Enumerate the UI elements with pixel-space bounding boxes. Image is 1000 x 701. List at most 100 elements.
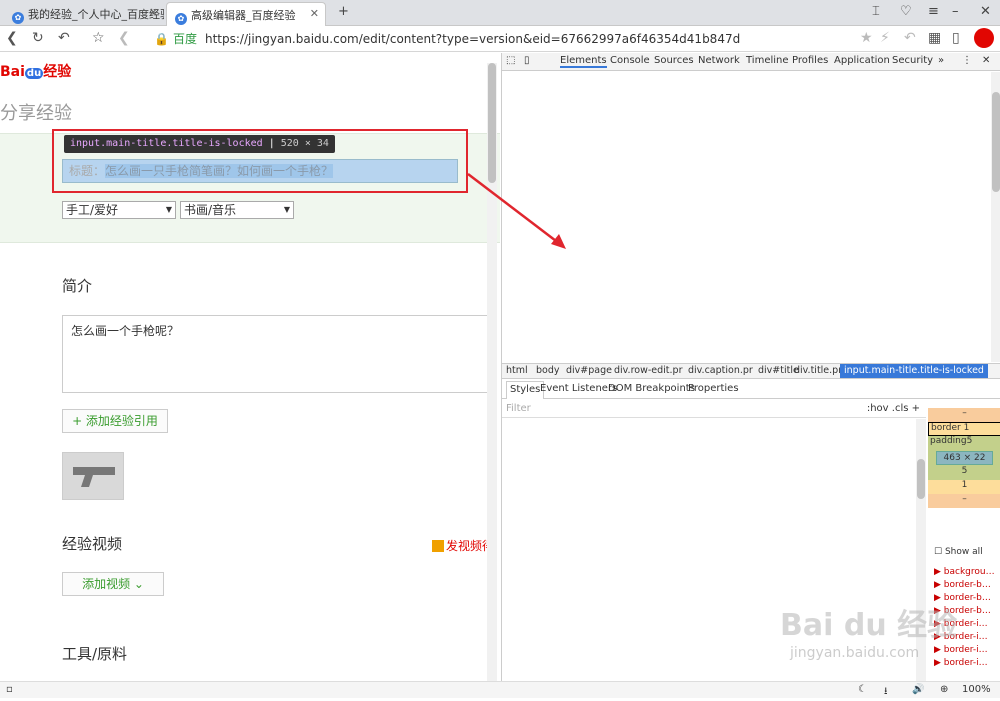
pistol-icon: [73, 467, 115, 487]
apps-icon[interactable]: ▦: [928, 30, 941, 46]
close-window-icon[interactable]: ✕: [980, 4, 991, 19]
extensions-icon[interactable]: ▯: [952, 30, 960, 46]
tab-console[interactable]: Console: [610, 55, 650, 66]
page-viewport: Bai du 经验 分享经验 input.main-title.title-is-l…: [0, 53, 500, 681]
tab-timeline[interactable]: Timeline: [746, 55, 789, 66]
gun-thumbnail-image[interactable]: [62, 452, 124, 500]
crumb-body[interactable]: body: [536, 364, 560, 378]
category-select-2[interactable]: 书画/音乐 ▼: [180, 201, 294, 219]
computed-prop[interactable]: ▶ border-i…: [934, 645, 988, 655]
tab-sources[interactable]: Sources: [654, 55, 694, 66]
menu-icon[interactable]: ≡: [928, 4, 939, 19]
tab-elements[interactable]: Elements: [560, 55, 607, 68]
computed-prop[interactable]: ▶ backgrou…: [934, 567, 995, 577]
crumb-title-pr[interactable]: div.title.pr: [794, 364, 842, 378]
post-video-link[interactable]: 发视频得: [432, 537, 494, 554]
baidu-paw-icon: ✿: [175, 13, 187, 25]
browser-tab-bar: ✿ 我的经验_个人中心_百度经验 ✕ ✿ 高级编辑器_百度经验 ✕ + ⌶ ♡ ≡ …: [0, 0, 1000, 26]
tab-event-listeners[interactable]: Event Listeners: [540, 383, 617, 394]
star-icon[interactable]: ★: [860, 30, 873, 46]
video-heading: 经验视频: [62, 535, 123, 553]
address-toolbar: ❮ ↻ ↶ ☆ ❮ 🔒 百度 https://jingyan.baidu.com/e…: [0, 26, 1000, 52]
night-mode-icon[interactable]: ☾: [858, 684, 867, 695]
sound-icon[interactable]: 🔊: [912, 684, 924, 695]
avatar[interactable]: [974, 28, 994, 48]
minimize-icon[interactable]: –: [952, 4, 959, 19]
crumb-div-page[interactable]: div#page: [566, 364, 612, 378]
page-scrollbar-thumb[interactable]: [488, 63, 496, 183]
tab-application[interactable]: Application: [834, 55, 890, 66]
crumb-row-edit[interactable]: div.row-edit.pr: [614, 364, 682, 378]
close-devtools-icon[interactable]: ✕: [982, 55, 990, 66]
inspect-icon[interactable]: ⬚: [506, 55, 515, 66]
watermark-url: jingyan.baidu.com: [790, 645, 920, 661]
crumb-div-title[interactable]: div#title: [758, 364, 799, 378]
baidu-jingyan-logo[interactable]: Bai du 经验: [0, 61, 71, 81]
watermark-logo: Bai du 经验: [780, 608, 958, 643]
refresh-icon[interactable]: ↻: [32, 30, 44, 46]
filter-placeholder: Filter: [506, 403, 531, 414]
back-icon[interactable]: ❮: [6, 30, 18, 46]
lightning-icon[interactable]: ⚡: [880, 30, 890, 46]
tab-properties[interactable]: Properties: [688, 383, 739, 394]
skin-icon[interactable]: ♡: [900, 4, 912, 19]
tab-advanced-editor[interactable]: ✿ 高级编辑器_百度经验 ✕: [166, 2, 326, 26]
dom-tree: [502, 72, 1000, 362]
highlight-box-page: [52, 129, 468, 193]
crumb-input-selected[interactable]: input.main-title.title-is-locked: [840, 364, 988, 378]
zoom-level[interactable]: 100%: [962, 684, 991, 695]
tools-heading: 工具/原料: [62, 645, 128, 663]
undo-close-icon[interactable]: ↶: [904, 30, 916, 46]
logo-paw: du: [24, 68, 44, 79]
tab-security[interactable]: Security: [892, 55, 933, 66]
address-bar[interactable]: 🔒 百度 https://jingyan.baidu.com/edit/conten…: [154, 29, 854, 49]
status-bar: ▫ ☾ ⭳ 🔊 ⊕ 100%: [0, 681, 1000, 698]
crumb-html[interactable]: html: [506, 364, 528, 378]
box-content: 463 × 22: [936, 451, 993, 465]
more-tabs-icon[interactable]: »: [938, 55, 944, 66]
tab-dom-breakpoints[interactable]: DOM Breakpoints: [608, 383, 695, 394]
dropdown-arrow-icon: ▼: [165, 205, 172, 214]
add-video-button[interactable]: 添加视频 ⌄: [62, 572, 164, 596]
category-1-value: 手工/爱好: [66, 203, 119, 217]
styles-filter-input[interactable]: Filter :hov .cls +: [502, 400, 926, 418]
pin-icon[interactable]: ⌶: [872, 4, 880, 19]
computed-prop[interactable]: ▶ border-i…: [934, 658, 988, 668]
zoom-icon[interactable]: ⊕: [940, 684, 948, 695]
box-border-bottom: 1: [928, 480, 1000, 494]
show-all-label: Show all: [944, 547, 983, 557]
page-scrollbar[interactable]: [487, 63, 497, 681]
dropdown-arrow-icon: ▼: [283, 205, 290, 214]
box-margin-bottom: –: [928, 494, 1000, 508]
tab-title: 我的经验_个人中心_百度经验: [28, 8, 164, 21]
computed-prop[interactable]: ▶ border-b…: [934, 580, 991, 590]
show-all-checkbox[interactable]: ☐ Show all: [934, 547, 983, 557]
bookmark-star-icon[interactable]: ☆: [92, 30, 105, 46]
new-tab-icon[interactable]: +: [338, 4, 349, 19]
dom-tree-scrollbar[interactable]: [991, 72, 1000, 362]
page-title: 分享经验: [0, 103, 72, 124]
undo-icon[interactable]: ↶: [58, 30, 70, 46]
download-icon[interactable]: ⭳: [884, 684, 888, 701]
close-tab-icon[interactable]: ✕: [310, 7, 319, 20]
tab-profiles[interactable]: Profiles: [792, 55, 828, 66]
box-border-label: border 1: [931, 423, 970, 433]
tab-network[interactable]: Network: [698, 55, 740, 66]
add-reference-button[interactable]: + 添加经验引用: [62, 409, 168, 433]
close-tab-icon[interactable]: ✕: [149, 6, 158, 19]
tab-my-experience[interactable]: ✿ 我的经验_个人中心_百度经验 ✕: [4, 2, 164, 26]
prev-icon[interactable]: ❮: [118, 30, 130, 46]
breadcrumb: html body div#page div.row-edit.pr div.c…: [502, 363, 1000, 379]
box-model-diagram: – border 1 padding5 463 × 22 5 1 –: [928, 400, 1000, 540]
filter-toggles[interactable]: :hov .cls +: [867, 400, 920, 418]
intro-textarea[interactable]: 怎么画一个手枪呢？: [62, 315, 492, 393]
tab-styles[interactable]: Styles: [506, 381, 545, 399]
dom-tree-scrollbar-thumb[interactable]: [992, 92, 1000, 192]
box-margin-top: –: [928, 408, 1000, 422]
kebab-menu-icon[interactable]: ⋮: [962, 55, 972, 66]
rules-scrollbar-thumb[interactable]: [917, 459, 925, 499]
devtools-panel: ⬚ ▯ Elements Console Sources Network Tim…: [501, 53, 1000, 681]
crumb-caption[interactable]: div.caption.pr: [688, 364, 753, 378]
category-select-1[interactable]: 手工/爱好 ▼: [62, 201, 176, 219]
device-icon[interactable]: ▯: [524, 55, 530, 66]
